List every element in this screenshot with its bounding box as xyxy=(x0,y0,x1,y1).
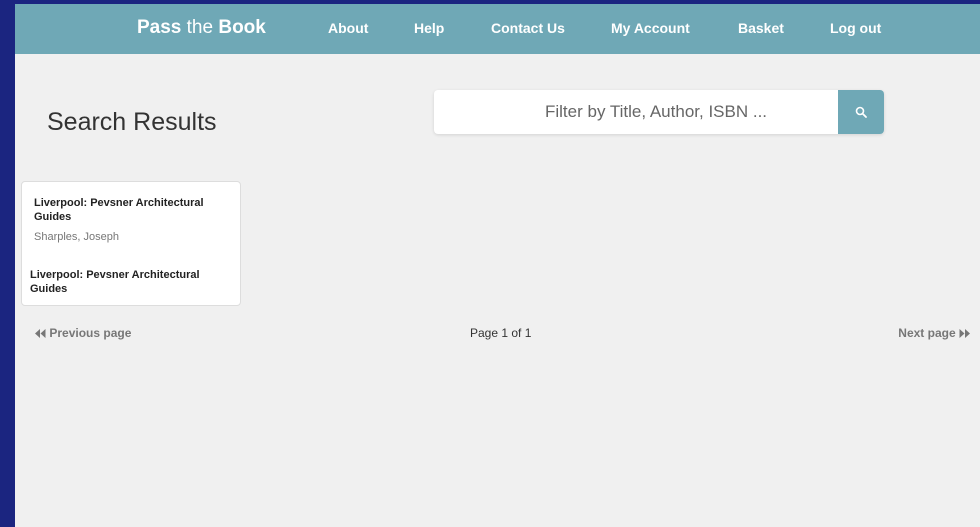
book-author: Sharples, Joseph xyxy=(34,231,119,243)
search-button[interactable] xyxy=(838,90,884,134)
next-page-link[interactable]: Next page xyxy=(898,326,970,341)
page-indicator: Page 1 of 1 xyxy=(470,326,532,340)
search-icon xyxy=(855,106,867,118)
nav-link-basket[interactable]: Basket xyxy=(738,20,784,37)
navbar: Pass the Book About Help Contact Us My A… xyxy=(15,4,980,54)
double-chevron-left-icon xyxy=(35,329,46,339)
next-page-label: Next page xyxy=(898,326,956,340)
brand-word-pass: Pass xyxy=(137,17,182,38)
nav-link-about[interactable]: About xyxy=(328,20,368,37)
brand-word-the: the xyxy=(186,17,214,38)
book-title[interactable]: Liverpool: Pevsner Architectural Guides xyxy=(34,196,234,224)
double-chevron-right-icon xyxy=(959,329,970,339)
search-bar xyxy=(434,90,884,134)
brand-logo[interactable]: Pass the Book xyxy=(137,17,266,39)
previous-page-label: Previous page xyxy=(49,326,132,340)
app-frame: Pass the Book About Help Contact Us My A… xyxy=(15,4,980,527)
search-input[interactable] xyxy=(434,90,838,134)
book-subtitle: Liverpool: Pevsner Architectural Guides xyxy=(30,269,200,295)
nav-link-help[interactable]: Help xyxy=(414,20,444,37)
book-result-card[interactable]: Liverpool: Pevsner Architectural Guides … xyxy=(21,181,241,306)
page-title: Search Results xyxy=(47,108,217,136)
nav-link-contact-us[interactable]: Contact Us xyxy=(491,20,565,37)
brand-word-book: Book xyxy=(218,17,266,38)
previous-page-link[interactable]: Previous page xyxy=(35,326,131,341)
nav-link-my-account[interactable]: My Account xyxy=(611,20,690,37)
nav-link-log-out[interactable]: Log out xyxy=(830,20,881,37)
